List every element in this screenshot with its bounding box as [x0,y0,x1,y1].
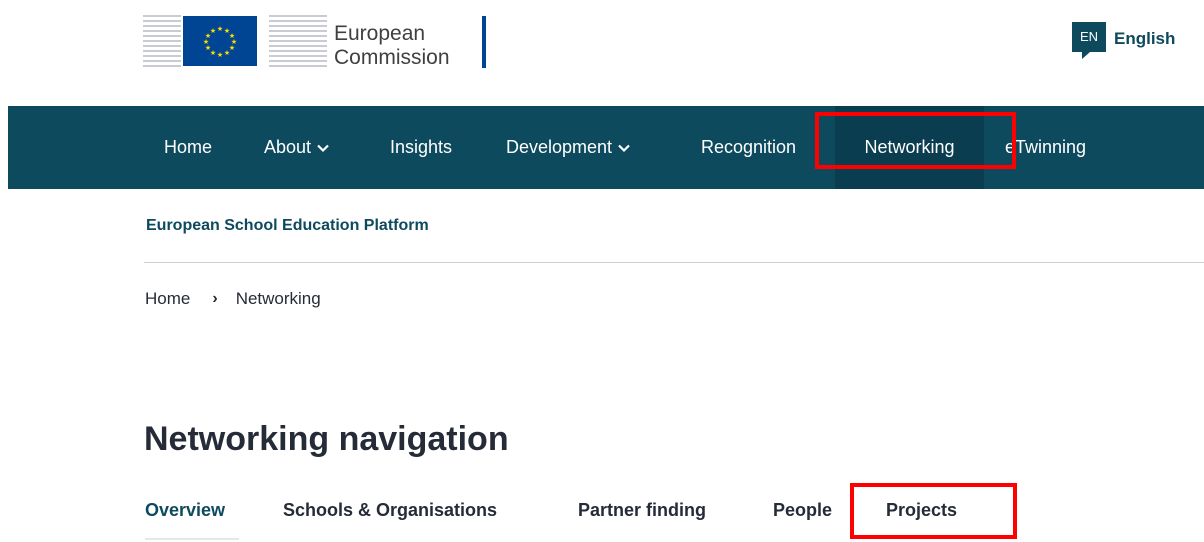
nav-item-label: Networking [864,137,955,157]
page-title: Networking navigation [144,420,509,458]
logo-divider [482,16,486,68]
header-divider [144,262,1204,263]
language-code-badge: EN [1072,22,1106,59]
breadcrumb-home-link[interactable]: Home [145,289,190,309]
language-label: English [1114,29,1176,48]
tab-people[interactable]: People [773,500,832,521]
nav-item-about[interactable]: About [264,106,329,189]
tab-schools-organisations[interactable]: Schools & Organisations [283,500,497,521]
tab-projects[interactable]: Projects [886,500,957,521]
breadcrumb-current: Networking [235,289,321,308]
nav-item-label: Development [506,137,613,157]
nav-item-development[interactable]: Development [506,106,630,189]
svg-text:★: ★ [217,51,223,59]
tab-active-underline [145,538,239,540]
nav-item-etwinning[interactable]: eTwinning [1005,106,1086,189]
nav-item-label: eTwinning [1005,137,1087,157]
nav-item-label: Recognition [701,137,797,157]
svg-text:★: ★ [224,49,230,57]
logo-wordmark: European Commission [334,22,450,70]
nav-item-label: Home [164,137,213,157]
site-header: ★ ★ ★ ★ ★ ★ ★ ★ ★ ★ ★ ★ European Commiss… [0,0,1204,106]
nav-item-recognition[interactable]: Recognition [701,106,796,189]
chevron-down-icon [317,144,329,153]
site-name[interactable]: European School Education Platform [146,217,429,235]
svg-text:★: ★ [210,27,216,35]
logo-stripes-left [143,15,181,67]
logo-line-1: European [334,22,426,45]
nav-item-insights[interactable]: Insights [390,106,452,189]
chevron-down-icon [618,144,630,153]
logo-stripes-right [269,15,327,67]
language-selector[interactable]: EN English [1072,22,1176,59]
nav-item-label: About [264,137,312,157]
main-navigation: Home About Insights Development Recognit… [8,106,1204,189]
nav-item-home[interactable]: Home [164,106,212,189]
tab-overview[interactable]: Overview [145,500,225,521]
breadcrumb: Home › Networking [145,289,321,309]
tab-partner-finding[interactable]: Partner finding [578,500,706,521]
breadcrumb-separator-icon: › [212,290,218,307]
logo-line-2: Commission [334,46,450,69]
nav-item-networking[interactable]: Networking [835,106,984,189]
svg-text:★: ★ [217,25,223,33]
nav-item-label: Insights [390,137,453,157]
